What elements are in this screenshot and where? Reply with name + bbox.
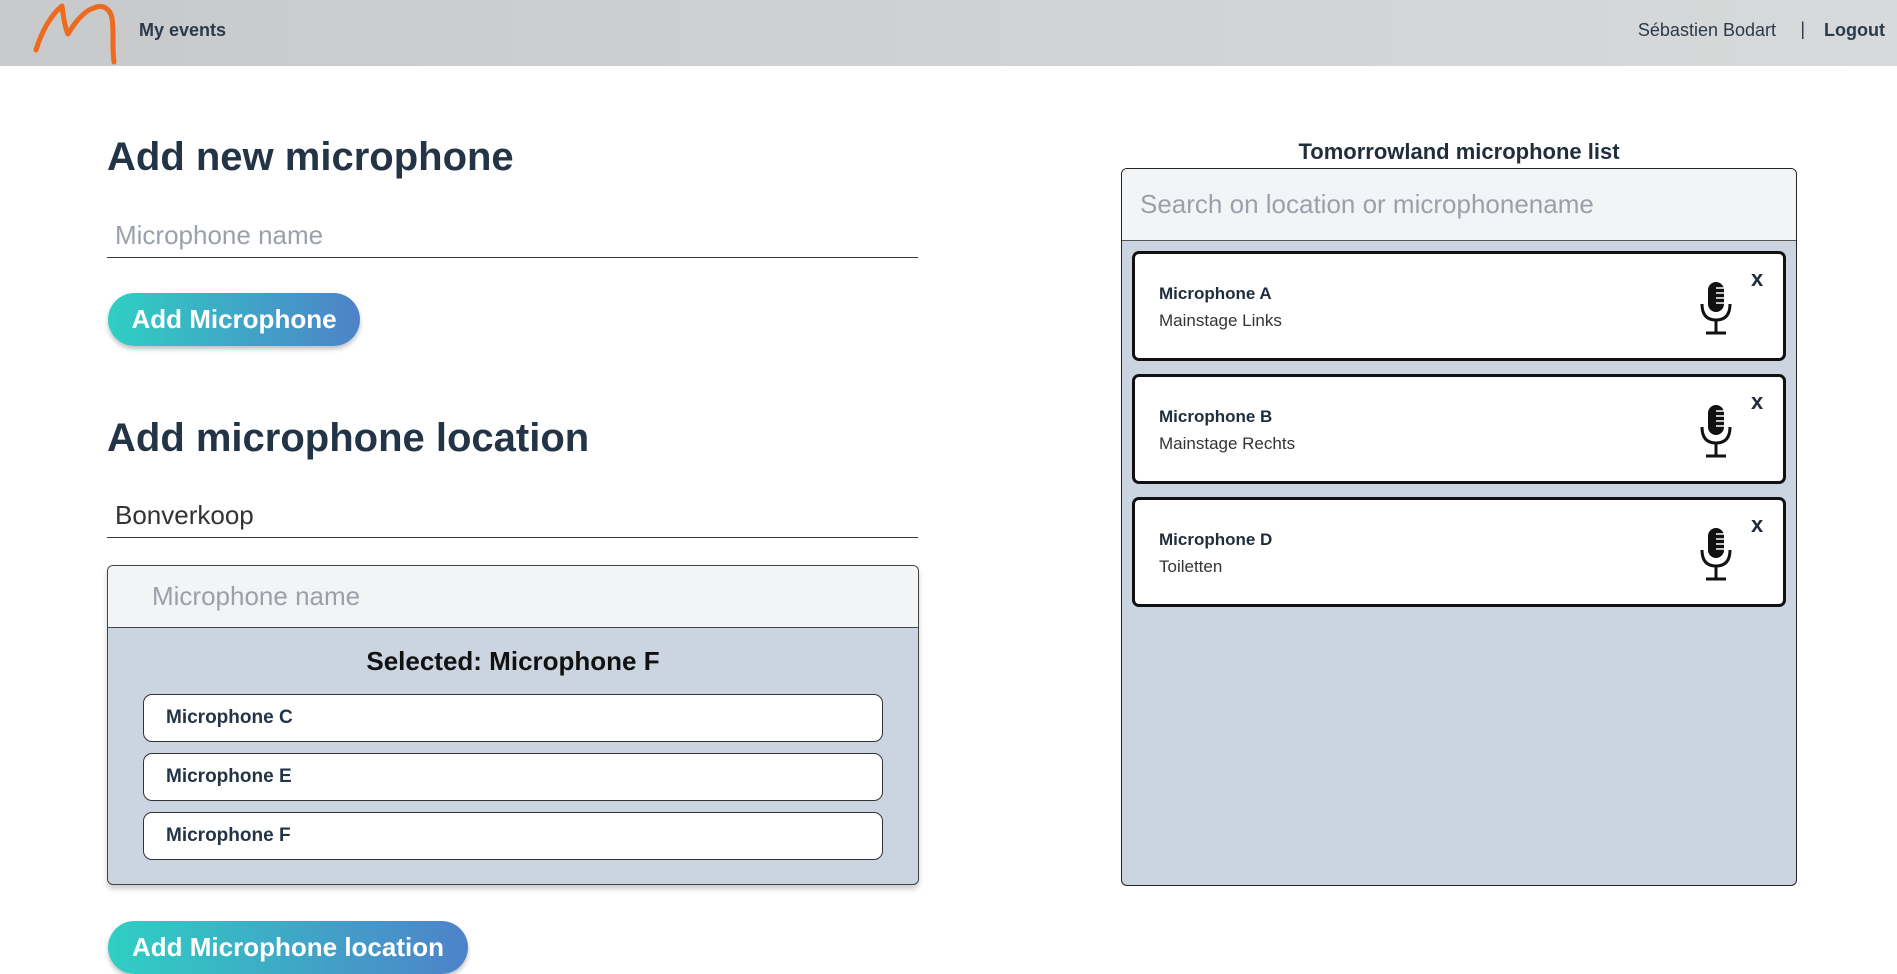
logout-link[interactable]: Logout <box>1824 20 1885 41</box>
microphone-list-search-input[interactable] <box>1122 169 1796 241</box>
microphone-card-name: Microphone D <box>1159 530 1273 549</box>
microphone-card-name: Microphone B <box>1159 407 1273 426</box>
microphone-card-location: Mainstage Rechts <box>1159 434 1296 453</box>
microphone-list-panel: Microphone A Mainstage Links x Microphon… <box>1121 168 1797 886</box>
logo-icon[interactable] <box>30 0 120 66</box>
microphone-name-input[interactable] <box>107 214 918 258</box>
microphone-card[interactable]: Microphone B Mainstage Rechts x <box>1132 374 1786 484</box>
microphone-card-name: Microphone A <box>1159 284 1272 303</box>
picker-option[interactable]: Microphone F <box>143 812 883 860</box>
add-microphone-title: Add new microphone <box>107 135 514 179</box>
selected-microphone-label: Selected: Microphone F <box>366 646 660 676</box>
add-microphone-location-button[interactable]: Add Microphone location <box>108 921 468 974</box>
picker-search-input[interactable] <box>108 566 918 628</box>
my-events-link[interactable]: My events <box>139 20 226 41</box>
add-microphone-button[interactable]: Add Microphone <box>108 293 360 346</box>
microphone-icon <box>1700 282 1732 335</box>
microphone-card[interactable]: Microphone A Mainstage Links x <box>1132 251 1786 361</box>
picker-option[interactable]: Microphone E <box>143 753 883 801</box>
remove-microphone-button[interactable]: x <box>1751 389 1763 415</box>
picker-option[interactable]: Microphone C <box>143 694 883 742</box>
add-location-title: Add microphone location <box>107 416 590 460</box>
microphone-list-title: Tomorrowland microphone list <box>1298 139 1620 164</box>
user-name: Sébastien Bodart <box>1637 20 1776 40</box>
top-navbar: My events Sébastien Bodart | Logout <box>0 0 1897 66</box>
microphone-card-location: Toiletten <box>1159 557 1223 576</box>
remove-microphone-button[interactable]: x <box>1751 512 1763 538</box>
microphone-picker: Selected: Microphone F Microphone C Micr… <box>107 565 919 885</box>
microphone-icon <box>1700 528 1732 581</box>
location-name-input[interactable] <box>107 494 918 538</box>
microphone-icon <box>1700 405 1732 458</box>
nav-separator: | <box>1800 19 1805 39</box>
microphone-card-location: Mainstage Links <box>1159 311 1282 330</box>
microphone-card[interactable]: Microphone D Toiletten x <box>1132 497 1786 607</box>
remove-microphone-button[interactable]: x <box>1751 266 1763 292</box>
